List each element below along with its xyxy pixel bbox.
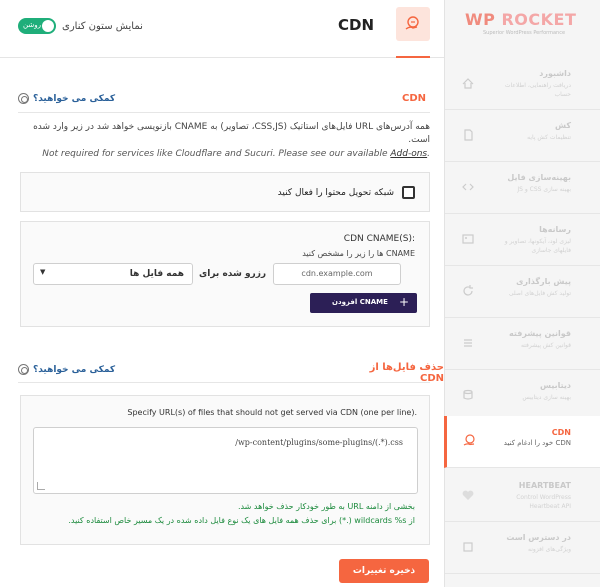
- sidebar-item-title: دیتابیس: [540, 381, 571, 390]
- list-icon: [459, 334, 477, 352]
- add-cname-label: افزودن CNAME: [332, 298, 388, 306]
- sidebar: WP ROCKET Superior WordPress Performance…: [444, 0, 600, 587]
- save-changes-button[interactable]: ذخیره تغییرات: [339, 559, 429, 583]
- page-title: CDN: [338, 16, 375, 34]
- home-icon: [459, 74, 477, 92]
- exclude-section-title: حذف فایل‌ها از CDN: [369, 362, 444, 384]
- resize-handle-icon[interactable]: [37, 482, 45, 490]
- sidebar-item-title: HEARTBEAT: [518, 481, 571, 490]
- file-type-select[interactable]: همه فایل ها ▼: [33, 263, 193, 285]
- sidebar-item-title: بهینه‌سازی فایل: [507, 173, 571, 182]
- sidebar-item-title: قوانین پیشرفته: [509, 329, 571, 338]
- section-divider: [18, 382, 430, 383]
- sidebar-item-desc: CDN خود را ادغام کنید: [503, 439, 571, 447]
- lifebuoy-icon: [18, 364, 29, 375]
- logo-tagline: Superior WordPress Performance: [483, 30, 566, 36]
- cdn-description: همه آدرس‌های URL فایل‌های استاتیک (CSS,J…: [33, 122, 430, 145]
- header-active-underline: [396, 56, 430, 58]
- exclude-help-link[interactable]: کمکی می خواهید؟: [18, 364, 115, 375]
- sidebar-item[interactable]: HEARTBEAT Control WordPress Heartbeat API: [445, 470, 600, 522]
- wp-rocket-logo: WP ROCKET Superior WordPress Performance: [465, 6, 585, 46]
- sidebar-item-desc: دریافت راهنمایی، اطلاعات حساب: [504, 82, 571, 98]
- sidebar-item-title: کش: [555, 121, 571, 130]
- help-label: کمکی می خواهید؟: [33, 93, 116, 104]
- sidebar-item[interactable]: CDN CDN خود را ادغام کنید: [444, 416, 600, 468]
- sidebar-item-title: CDN: [551, 428, 571, 437]
- section-divider: [18, 112, 430, 113]
- sidebar-item-desc: بهینه سازی CSS و JS: [517, 186, 571, 193]
- help-label: کمکی می خواهید؟: [33, 364, 116, 375]
- sidebar-item[interactable]: داشبورد دریافت راهنمایی، اطلاعات حساب: [445, 58, 600, 110]
- sidebar-item[interactable]: کش تنظیمات کش پایه: [445, 110, 600, 162]
- database-icon: [459, 386, 477, 404]
- toggle-knob: [42, 20, 54, 32]
- sidebar-item-desc: لیزی لود، آیکونها، تصاویر و فایلهای جاسا…: [504, 238, 571, 254]
- textarea-value: /wp-content/plugins/some-plugins/(.*).cs…: [235, 438, 403, 447]
- refresh-icon: [459, 282, 477, 300]
- sidebar-item-desc: ویژگی‌های افزونه: [528, 546, 571, 553]
- cname-title: CDN CNAME(S):: [343, 234, 415, 244]
- chevron-down-icon: ▼: [40, 268, 46, 276]
- sidebar-item[interactable]: قوانین پیشرفته قوانین کش پیشرفته: [445, 318, 600, 370]
- sidebar-item-desc: تنظیمات کش پایه: [527, 134, 571, 141]
- page-header: روشن نمایش ستون کناری CDN: [0, 0, 444, 58]
- sidebar-item-desc: قوانین کش پیشرفته: [520, 342, 571, 349]
- add-cname-button[interactable]: افزودن CNAME +: [310, 293, 417, 313]
- cname-input[interactable]: cdn.example.com: [273, 263, 401, 285]
- sidebar-item-title: رسانه‌ها: [539, 225, 571, 234]
- file-icon: [459, 126, 477, 144]
- cname-box: CDN CNAME(S): CNAME ها را زیر را مشخص کن…: [20, 221, 430, 327]
- logo-rocket: ROCKET: [501, 10, 577, 29]
- sidebar-item[interactable]: در دسترس است ویژگی‌های افزونه: [445, 522, 600, 574]
- sidebar-item[interactable]: پیش بارگذاری تولید کش فایل‌های اصلی: [445, 266, 600, 318]
- addons-link[interactable]: Add-ons: [390, 149, 427, 159]
- select-value: همه فایل ها: [129, 269, 184, 279]
- cdn-help-link[interactable]: کمکی می خواهید؟: [18, 93, 115, 104]
- exclude-box: Specify URL(s) of files that should not …: [20, 395, 430, 545]
- plus-icon: +: [398, 295, 409, 309]
- toggle-state-label: روشن: [23, 21, 41, 29]
- enable-cdn-row[interactable]: شبکه تحویل محتوا را فعال کنید: [278, 186, 415, 199]
- cdn-note: Not required for services like Cloudflar…: [18, 149, 430, 159]
- sidebar-item[interactable]: دیتابیس بهینه سازی دیتابیس: [445, 370, 600, 422]
- toggle-label: نمایش ستون کناری: [62, 20, 143, 32]
- enable-cdn-box: شبکه تحویل محتوا را فعال کنید: [20, 172, 430, 212]
- sidebar-item-desc: Control WordPress Heartbeat API: [516, 494, 571, 510]
- heart-icon: [459, 486, 477, 504]
- exclude-hint-1: بخشی از دامنه URL به طور خودکار حذف خواه…: [237, 502, 415, 511]
- cdn-section-title: CDN: [402, 93, 427, 104]
- media-icon: [459, 230, 477, 248]
- code-icon: [459, 178, 477, 196]
- sidebar-toggle-group[interactable]: روشن نمایش ستون کناری: [18, 18, 143, 34]
- sidebar-item-title: داشبورد: [539, 69, 571, 78]
- enable-cdn-checkbox[interactable]: [402, 186, 415, 199]
- sidebar-item-title: پیش بارگذاری: [516, 277, 571, 286]
- sidebar-toggle-switch[interactable]: روشن: [18, 18, 56, 34]
- enable-cdn-label: شبکه تحویل محتوا را فعال کنید: [277, 187, 394, 198]
- exclude-description: Specify URL(s) of files that should not …: [127, 408, 417, 417]
- cdn-icon: [396, 7, 430, 41]
- note-suffix: .: [427, 149, 430, 159]
- main-panel: روشن نمایش ستون کناری CDN CDN کمکی می خو…: [0, 0, 444, 587]
- sidebar-item[interactable]: بهینه‌سازی فایل بهینه سازی CSS و JS: [445, 162, 600, 214]
- reserved-for-label: رزرو شده برای: [199, 269, 267, 279]
- sidebar-item[interactable]: رسانه‌ها لیزی لود، آیکونها، تصاویر و فایل…: [445, 214, 600, 266]
- exclude-hint-2: از wildcards %s (.*) برای حذف همه فایل ه…: [68, 516, 415, 525]
- cname-subtitle: CNAME ها را زیر را مشخص کنید: [302, 249, 415, 258]
- cdn-icon: [461, 432, 479, 450]
- exclude-textarea[interactable]: /wp-content/plugins/some-plugins/(.*).cs…: [33, 427, 418, 494]
- logo-wp: WP: [465, 10, 496, 29]
- sidebar-item-desc: بهینه سازی دیتابیس: [522, 394, 571, 401]
- addon-icon: [459, 538, 477, 556]
- lifebuoy-icon: [18, 93, 29, 104]
- sidebar-item-desc: تولید کش فایل‌های اصلی: [508, 290, 571, 297]
- note-text: Not required for services like Cloudflar…: [42, 149, 391, 159]
- sidebar-item-title: در دسترس است: [506, 533, 571, 542]
